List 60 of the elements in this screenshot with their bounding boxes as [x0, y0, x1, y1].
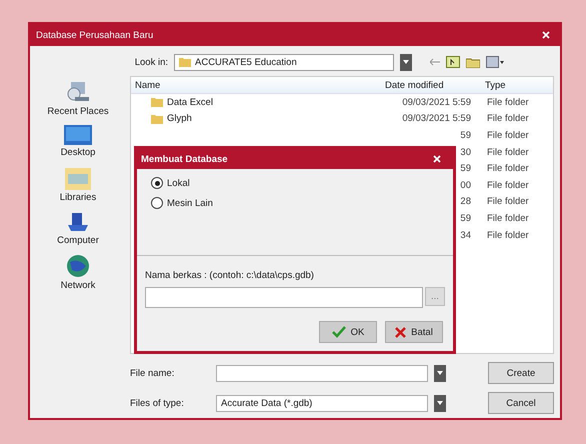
date-cell-text: 59 [459, 212, 472, 224]
type-cell-text: File folder [486, 212, 530, 224]
column-header[interactable]: Date modified [381, 80, 481, 90]
desktop-icon [64, 125, 92, 145]
type-cell-text: File folder [486, 230, 530, 241]
folder-icon [179, 57, 191, 67]
type-cell-text: File folder [486, 146, 530, 158]
look-in-dropdown[interactable]: ACCURATE5 Education [174, 54, 394, 70]
sidebar-item[interactable]: Desktop [60, 125, 96, 158]
date-cell-text: 09/03/2021 5:59 [401, 96, 472, 108]
radio-option[interactable]: Lokal [151, 177, 439, 189]
file-name-field[interactable] [216, 364, 428, 382]
create-button[interactable]: Create [488, 362, 554, 384]
folder-name[interactable]: Data Excel [167, 96, 213, 108]
new-folder-icon[interactable] [466, 56, 480, 68]
dialog-title: Membuat Database [141, 154, 228, 164]
date-cell-text: 34 [459, 230, 472, 241]
sidebar-item[interactable]: Network [60, 254, 96, 291]
folder-name[interactable]: Glyph [167, 113, 192, 124]
check-icon [332, 326, 346, 338]
file-type-label: Files of type: [130, 398, 185, 408]
cross-icon [395, 326, 406, 338]
folder-icon [151, 97, 163, 108]
close-icon[interactable] [433, 155, 441, 163]
file-type-dropdown[interactable]: Accurate Data (*.gdb) [216, 394, 428, 412]
date-cell-text: 28 [459, 196, 472, 208]
file-name-label: File name: [130, 368, 176, 378]
cancel-button[interactable]: Cancel [488, 392, 554, 414]
sidebar-item[interactable]: Libraries [60, 166, 96, 203]
sidebar-item[interactable]: Recent Places [47, 78, 109, 117]
window-title: Database Perusahaan Baru [36, 30, 154, 40]
view-menu-icon[interactable] [486, 56, 504, 68]
look-in-label: Look in: [134, 56, 168, 68]
type-cell-text: File folder [486, 196, 530, 208]
date-cell-text: 59 [459, 163, 472, 174]
type-cell-text: File folder [486, 130, 530, 141]
globe-icon [66, 254, 90, 278]
radio-icon[interactable] [151, 177, 163, 189]
date-cell-text: 09/03/2021 5:59 [401, 113, 472, 124]
type-cell-text: File folder [486, 180, 530, 191]
radio-icon[interactable] [151, 197, 163, 209]
radio-option[interactable]: Mesin Lain [151, 197, 439, 209]
type-cell-text: File folder [486, 113, 530, 124]
cancel-button[interactable]: Batal [385, 321, 443, 343]
ok-button[interactable]: OK [319, 321, 377, 343]
folder-icon [151, 114, 163, 124]
date-cell-text: 59 [459, 130, 472, 141]
up-folder-icon[interactable] [446, 56, 460, 68]
date-cell-text: 00 [459, 180, 472, 191]
sidebar-item[interactable]: Computer [57, 211, 99, 246]
file-path-field[interactable] [145, 287, 423, 308]
field-label: Nama berkas : (contoh: c:\data\cps.gdb) [145, 270, 315, 281]
column-header[interactable]: Name [131, 80, 381, 90]
type-cell-text: File folder [486, 163, 530, 174]
date-cell-text: 30 [459, 146, 472, 158]
close-icon[interactable] [542, 31, 550, 39]
column-header[interactable]: Type [481, 80, 541, 90]
type-cell-text: File folder [486, 96, 530, 108]
libraries-icon [65, 166, 91, 190]
computer-icon [66, 211, 90, 233]
